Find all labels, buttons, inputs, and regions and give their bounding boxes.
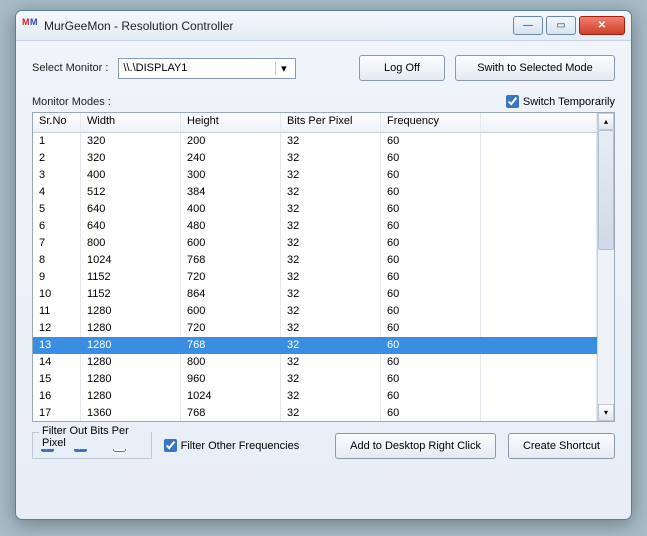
- create-shortcut-button[interactable]: Create Shortcut: [508, 433, 615, 459]
- scroll-thumb[interactable]: [598, 130, 614, 250]
- table-header[interactable]: Sr.No Width Height Bits Per Pixel Freque…: [33, 113, 597, 133]
- table-row[interactable]: 23202403260: [33, 150, 597, 167]
- vertical-scrollbar[interactable]: ▴ ▾: [597, 113, 614, 421]
- table-row[interactable]: 1713607683260: [33, 405, 597, 421]
- close-button[interactable]: ✕: [579, 16, 625, 35]
- filter-other-freq-checkbox[interactable]: Filter Other Frequencies: [164, 439, 300, 452]
- monitor-dropdown[interactable]: \\.\DISPLAY1 ▾: [118, 58, 296, 79]
- table-row[interactable]: 1312807683260: [33, 337, 597, 354]
- col-bpp[interactable]: Bits Per Pixel: [281, 113, 381, 132]
- app-icon: MM: [22, 18, 38, 34]
- col-srno[interactable]: Sr.No: [33, 113, 81, 132]
- table-row[interactable]: 45123843260: [33, 184, 597, 201]
- monitor-value: \\.\DISPLAY1: [123, 62, 187, 74]
- table-row[interactable]: 911527203260: [33, 269, 597, 286]
- col-freq[interactable]: Frequency: [381, 113, 481, 132]
- table-row[interactable]: 1212807203260: [33, 320, 597, 337]
- titlebar[interactable]: MM MurGeeMon - Resolution Controller — ▭…: [16, 11, 631, 41]
- table-row[interactable]: 16128010243260: [33, 388, 597, 405]
- scroll-down-icon[interactable]: ▾: [598, 404, 614, 421]
- table-row[interactable]: 810247683260: [33, 252, 597, 269]
- scroll-up-icon[interactable]: ▴: [598, 113, 614, 130]
- app-window: MM MurGeeMon - Resolution Controller — ▭…: [15, 10, 632, 520]
- maximize-button[interactable]: ▭: [546, 16, 576, 35]
- monitor-modes-label: Monitor Modes :: [32, 96, 111, 108]
- table-row[interactable]: 34003003260: [33, 167, 597, 184]
- modes-table: Sr.No Width Height Bits Per Pixel Freque…: [32, 112, 615, 422]
- table-row[interactable]: 13202003260: [33, 133, 597, 150]
- window-title: MurGeeMon - Resolution Controller: [44, 19, 513, 33]
- table-row[interactable]: 1011528643260: [33, 286, 597, 303]
- select-monitor-label: Select Monitor :: [32, 62, 108, 74]
- add-desktop-button[interactable]: Add to Desktop Right Click: [335, 433, 496, 459]
- filter-legend: Filter Out Bits Per Pixel: [39, 425, 151, 449]
- filter-bpp-group: Filter Out Bits Per Pixel 8 16 32: [32, 432, 152, 459]
- switch-mode-button[interactable]: Swith to Selected Mode: [455, 55, 615, 81]
- chevron-down-icon: ▾: [275, 62, 291, 75]
- table-row[interactable]: 66404803260: [33, 218, 597, 235]
- col-width[interactable]: Width: [81, 113, 181, 132]
- table-row[interactable]: 1112806003260: [33, 303, 597, 320]
- table-row[interactable]: 56404003260: [33, 201, 597, 218]
- table-row[interactable]: 78006003260: [33, 235, 597, 252]
- table-row[interactable]: 1412808003260: [33, 354, 597, 371]
- col-height[interactable]: Height: [181, 113, 281, 132]
- logoff-button[interactable]: Log Off: [359, 55, 445, 81]
- minimize-button[interactable]: —: [513, 16, 543, 35]
- switch-temporarily-checkbox[interactable]: Switch Temporarily: [506, 95, 615, 108]
- table-row[interactable]: 1512809603260: [33, 371, 597, 388]
